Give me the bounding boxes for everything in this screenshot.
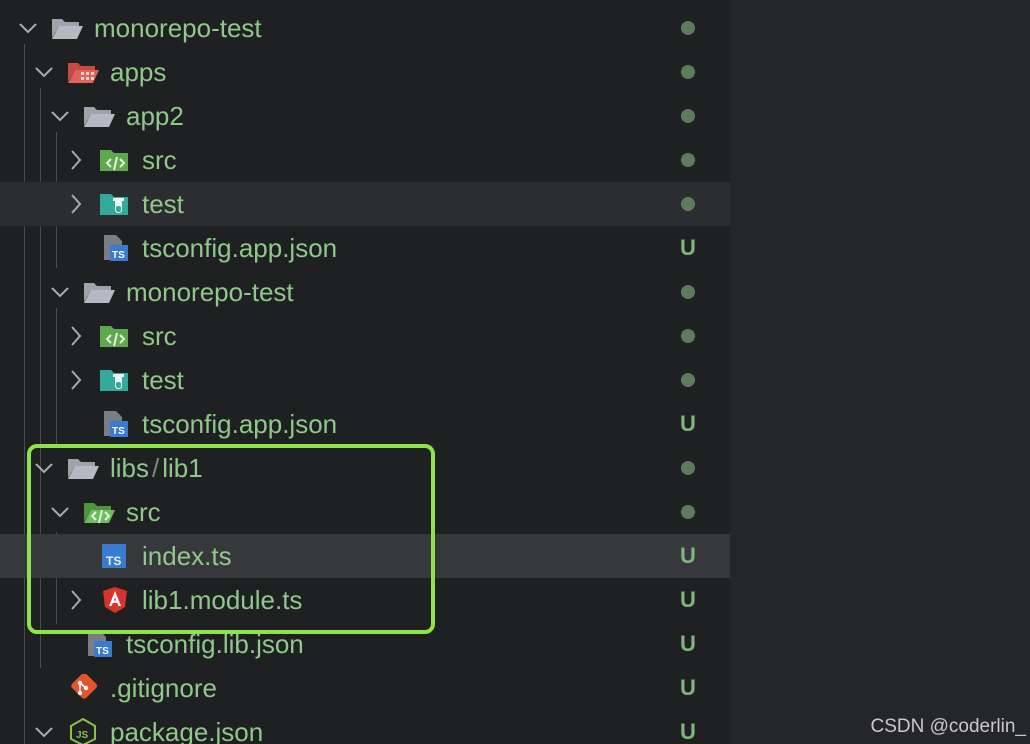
path-segment-libs[interactable]: libs bbox=[110, 453, 149, 483]
tree-item-app2[interactable]: app2 bbox=[0, 94, 730, 138]
tree-item-gitignore[interactable]: .gitignore U bbox=[0, 666, 730, 710]
tree-item-tsconfig-app-json[interactable]: TS tsconfig.app.json U bbox=[0, 226, 730, 270]
tree-item-apps[interactable]: apps bbox=[0, 50, 730, 94]
status-dot bbox=[681, 505, 695, 519]
typescript-file-icon: TS bbox=[102, 544, 126, 568]
tree-item-label: monorepo-test bbox=[94, 13, 262, 43]
svg-text:TS: TS bbox=[96, 646, 109, 657]
chevron-right-icon[interactable] bbox=[65, 323, 87, 349]
chevron-right-icon[interactable] bbox=[65, 147, 87, 173]
status-dot bbox=[681, 153, 695, 167]
tree-item-monorepo-test-app[interactable]: monorepo-test bbox=[0, 270, 730, 314]
chevron-down-icon[interactable] bbox=[17, 15, 39, 41]
tree-item-src[interactable]: src bbox=[0, 138, 730, 182]
file-explorer-tree: monorepo-test apps app2 src test TS tsco… bbox=[0, 0, 730, 744]
svg-text:JS: JS bbox=[76, 730, 89, 741]
tree-item-label: monorepo-test bbox=[126, 277, 294, 307]
status-dot bbox=[681, 461, 695, 475]
folder-src-open-icon bbox=[84, 503, 115, 524]
status-dot bbox=[681, 65, 695, 79]
tree-item-src[interactable]: src bbox=[0, 490, 730, 534]
tree-item-label: src bbox=[142, 145, 177, 175]
svg-text:TS: TS bbox=[106, 554, 121, 568]
status-dot bbox=[681, 329, 695, 343]
typescript-config-icon: TS bbox=[88, 631, 112, 657]
tree-item-label: .gitignore bbox=[110, 673, 217, 703]
typescript-config-icon: TS bbox=[104, 235, 128, 261]
tree-item-tsconfig-lib-json[interactable]: TS tsconfig.lib.json U bbox=[0, 622, 730, 666]
path-separator: / bbox=[152, 453, 160, 483]
angular-icon bbox=[103, 587, 127, 613]
folder-open-icon bbox=[52, 19, 83, 39]
compact-folder-label: libs / lib1 bbox=[110, 446, 203, 490]
chevron-down-icon[interactable] bbox=[33, 719, 55, 744]
folder-test-icon bbox=[100, 370, 128, 391]
folder-src-icon bbox=[100, 150, 128, 171]
tree-item-monorepo-test[interactable]: monorepo-test bbox=[0, 6, 730, 50]
status-dot bbox=[681, 285, 695, 299]
folder-test-icon bbox=[100, 194, 128, 215]
untracked-badge: U bbox=[680, 719, 696, 744]
javascript-package-icon: JS bbox=[70, 718, 96, 744]
tree-item-label: tsconfig.app.json bbox=[142, 233, 338, 263]
untracked-badge: U bbox=[680, 543, 696, 568]
status-dot bbox=[681, 21, 695, 35]
watermark: CSDN @coderlin_ bbox=[870, 716, 1026, 737]
tree-item-test[interactable]: test bbox=[0, 358, 730, 402]
tree-item-tsconfig-app-json[interactable]: TS tsconfig.app.json U bbox=[0, 402, 730, 446]
untracked-badge: U bbox=[680, 631, 696, 656]
chevron-down-icon[interactable] bbox=[33, 59, 55, 85]
tree-item-label: tsconfig.app.json bbox=[142, 409, 338, 439]
typescript-config-icon: TS bbox=[104, 411, 128, 437]
untracked-badge: U bbox=[680, 411, 696, 436]
path-segment-lib1[interactable]: lib1 bbox=[162, 453, 202, 483]
folder-open-icon bbox=[84, 283, 115, 303]
status-dot bbox=[681, 373, 695, 387]
svg-text:TS: TS bbox=[112, 426, 125, 437]
tree-item-label: index.ts bbox=[142, 541, 232, 571]
svg-text:TS: TS bbox=[112, 250, 125, 261]
untracked-badge: U bbox=[680, 235, 696, 260]
chevron-down-icon[interactable] bbox=[33, 455, 55, 481]
tree-item-label: src bbox=[142, 321, 177, 351]
untracked-badge: U bbox=[680, 587, 696, 612]
folder-open-icon bbox=[68, 459, 99, 479]
chevron-right-icon[interactable] bbox=[65, 367, 87, 393]
tree-item-index-ts[interactable]: TS index.ts U bbox=[0, 534, 730, 578]
chevron-down-icon[interactable] bbox=[49, 279, 71, 305]
status-dot bbox=[681, 197, 695, 211]
chevron-down-icon[interactable] bbox=[49, 499, 71, 525]
tree-item-label: app2 bbox=[126, 101, 184, 131]
tree-item-label: test bbox=[142, 189, 184, 219]
folder-src-icon bbox=[100, 326, 128, 347]
tree-item-test[interactable]: test bbox=[0, 182, 730, 226]
editor-area bbox=[730, 0, 1030, 744]
tree-item-label: test bbox=[142, 365, 184, 395]
tree-item-label: package.json bbox=[110, 717, 264, 744]
status-dot bbox=[681, 109, 695, 123]
folder-open-icon bbox=[84, 107, 115, 127]
tree-item-package-json[interactable]: JS package.json U bbox=[0, 710, 730, 744]
tree-item-label: apps bbox=[110, 57, 167, 87]
tree-item-lib1-module-ts[interactable]: lib1.module.ts U bbox=[0, 578, 730, 622]
untracked-badge: U bbox=[680, 675, 696, 700]
tree-item-label: src bbox=[126, 497, 161, 527]
folder-apps-icon bbox=[68, 63, 99, 83]
tree-item-label: tsconfig.lib.json bbox=[126, 629, 304, 659]
tree-item-label: lib1.module.ts bbox=[142, 585, 303, 615]
tree-item-src[interactable]: src bbox=[0, 314, 730, 358]
chevron-down-icon[interactable] bbox=[49, 103, 71, 129]
chevron-right-icon[interactable] bbox=[65, 587, 87, 613]
chevron-right-icon[interactable] bbox=[65, 191, 87, 217]
git-icon bbox=[71, 674, 98, 699]
tree-item-libs-lib1[interactable]: libs / lib1 bbox=[0, 446, 730, 490]
